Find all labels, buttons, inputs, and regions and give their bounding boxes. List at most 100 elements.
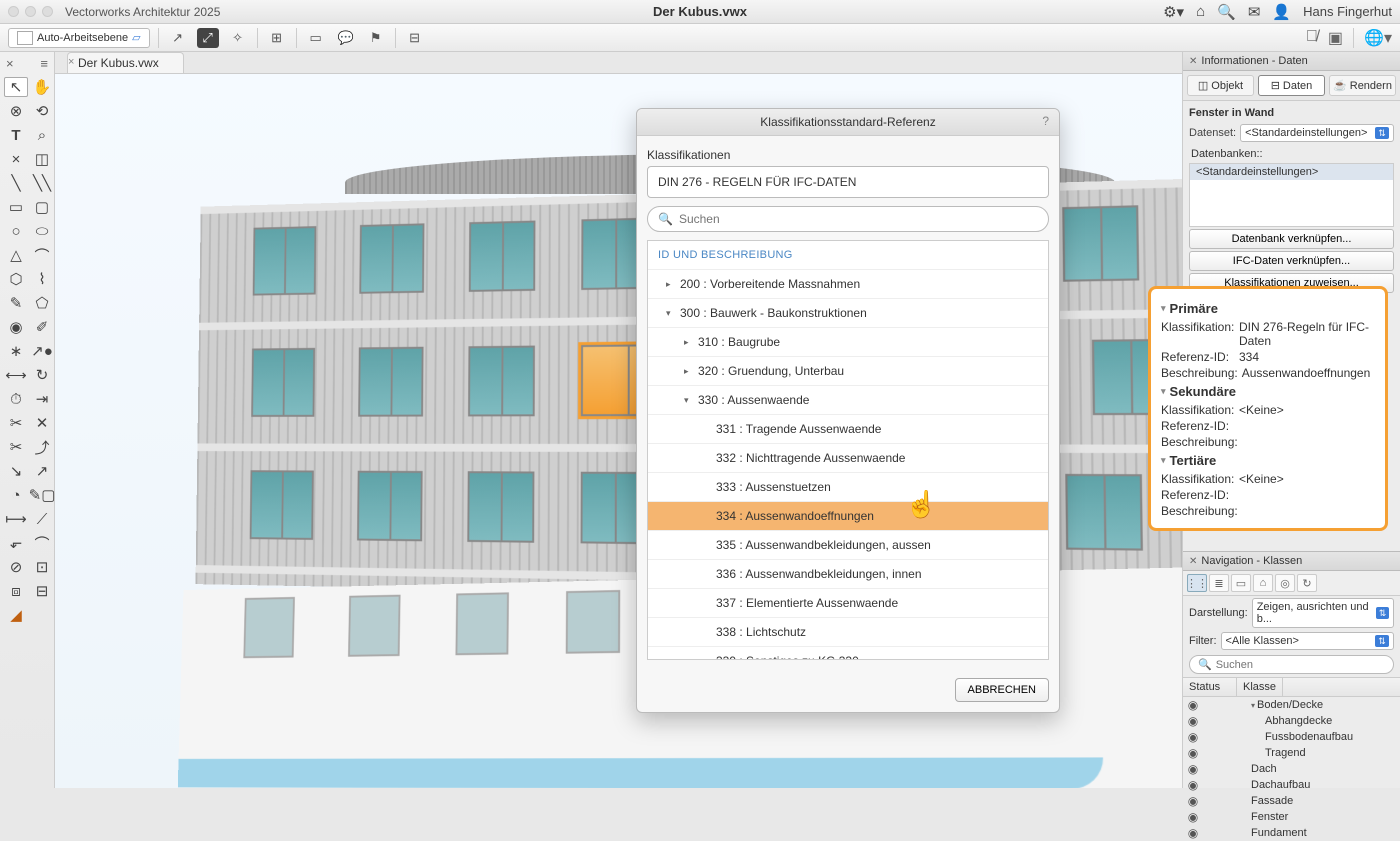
tree-row[interactable]: 332 : Nichttragende Aussenwaende	[648, 444, 1048, 473]
info-panel-header[interactable]: ✕ Informationen - Daten	[1183, 52, 1400, 71]
split-tool[interactable]: ✂	[4, 413, 28, 433]
window-controls[interactable]	[8, 6, 53, 17]
tab-object[interactable]: ◫Objekt	[1187, 75, 1254, 96]
standard-field[interactable]: DIN 276 - REGELN FÜR IFC-DATEN	[647, 166, 1049, 198]
shear-tool[interactable]: ✕	[30, 413, 54, 433]
extrude-tool[interactable]: ◫	[30, 149, 54, 169]
class-search-input[interactable]	[1216, 659, 1385, 671]
globe-icon[interactable]: 🌐▾	[1364, 28, 1392, 48]
class-row[interactable]: ◉Fassade	[1183, 793, 1400, 809]
locus-tool[interactable]: ∗	[4, 341, 28, 361]
database-list-item[interactable]: <Standardeinstellungen>	[1190, 164, 1393, 180]
text-tool[interactable]: T	[4, 125, 28, 145]
class-row[interactable]: ◉Fussbodenaufbau	[1183, 729, 1400, 745]
home-icon[interactable]: ⌂	[1196, 3, 1205, 20]
eyedropper-tool[interactable]: ✐	[30, 317, 54, 337]
trim-tool[interactable]: ✂	[4, 437, 28, 457]
link-database-button[interactable]: Datenbank verknüpfen...	[1189, 229, 1394, 249]
minimize-window[interactable]	[25, 6, 36, 17]
fillet-tool[interactable]: ↗	[30, 461, 54, 481]
offset-tool[interactable]: ↘	[4, 461, 28, 481]
nav-layers-icon[interactable]: ≣	[1209, 574, 1229, 592]
dataset-dropdown[interactable]: <Standardeinstellungen>⇅	[1240, 124, 1394, 142]
link-ifc-button[interactable]: IFC-Daten verknüpfen...	[1189, 251, 1394, 271]
nav-views-icon[interactable]: ⌂	[1253, 574, 1273, 592]
tree-row[interactable]: ▸310 : Baugrube	[648, 328, 1048, 357]
box-icon[interactable]: ▣	[1328, 28, 1343, 48]
attribute-tool[interactable]: ◔	[4, 485, 28, 505]
snap-icon-3[interactable]: ✧	[227, 28, 249, 48]
spiral-tool[interactable]: ◉	[4, 317, 28, 337]
angular-dim-tool[interactable]: ⟋	[30, 509, 54, 529]
filter-dropdown[interactable]: <Alle Klassen>⇅	[1221, 632, 1395, 650]
tree-row[interactable]: 333 : Aussenstuetzen	[648, 473, 1048, 502]
freehand-tool[interactable]: ✎	[4, 293, 28, 313]
delete-tool[interactable]: ×	[4, 149, 28, 169]
cancel-button[interactable]: ABBRECHEN	[955, 678, 1049, 702]
tree-row[interactable]: 335 : Aussenwandbekleidungen, aussen	[648, 531, 1048, 560]
classification-tree[interactable]: ID UND BESCHREIBUNG ▸200 : Vorbereitende…	[647, 240, 1049, 660]
class-search[interactable]: 🔍	[1189, 655, 1394, 674]
move-tool[interactable]: ⇥	[30, 389, 54, 409]
wall-tool[interactable]: ⧈	[4, 581, 28, 601]
stopwatch-tool[interactable]: ⏱	[4, 389, 28, 409]
snap-icon-1[interactable]: ↗	[167, 28, 189, 48]
tree-row[interactable]: 334 : Aussenwandoeffnungen	[648, 502, 1048, 531]
paint-tool[interactable]: ◢	[4, 605, 28, 625]
nav-viewports-icon[interactable]: ◎	[1275, 574, 1295, 592]
connect-tool[interactable]: ⤴	[30, 437, 54, 457]
line-tool[interactable]: ╲	[4, 173, 28, 193]
tree-row[interactable]: ▾300 : Bauwerk - Baukonstruktionen	[648, 299, 1048, 328]
flag-icon[interactable]: ⚑	[365, 28, 387, 48]
chain-dim-tool[interactable]: ⌒	[30, 533, 54, 553]
working-plane-selector[interactable]: Auto-Arbeitsebene ▱	[8, 28, 150, 48]
class-row[interactable]: ◉▾Boden/Decke	[1183, 697, 1400, 713]
zoom-tool[interactable]: ⌕	[30, 125, 54, 145]
snap-icon-2[interactable]: ⤢	[197, 28, 219, 48]
user-name[interactable]: Hans Fingerhut	[1303, 4, 1392, 19]
classification-search-input[interactable]	[679, 212, 1038, 226]
tree-row[interactable]: ▸320 : Gruendung, Unterbau	[648, 357, 1048, 386]
close-window[interactable]	[8, 6, 19, 17]
search-icon[interactable]: 🔍	[1217, 3, 1236, 21]
circle-tool[interactable]: ○	[4, 221, 28, 241]
clip-tool[interactable]: ✎▢	[30, 485, 54, 505]
annotation-icon[interactable]: 💬	[335, 28, 357, 48]
tree-row[interactable]: ▸200 : Vorbereitende Massnahmen	[648, 270, 1048, 299]
zoom-window[interactable]	[42, 6, 53, 17]
nav-classes-icon[interactable]: ⋮⋮	[1187, 574, 1207, 592]
database-list[interactable]: <Standardeinstellungen>	[1189, 163, 1394, 227]
rectangle-tool[interactable]: ▭	[4, 197, 28, 217]
align-icon[interactable]: ⊞	[266, 28, 288, 48]
tab-data[interactable]: ⊟Daten	[1258, 75, 1325, 96]
palette-menu-icon[interactable]: ≡	[40, 56, 48, 71]
settings-gear-icon[interactable]: ⚙︎▾	[1163, 3, 1184, 21]
class-row[interactable]: ◉Dachaufbau	[1183, 777, 1400, 793]
nav-panel-header[interactable]: ✕ Navigation - Klassen	[1183, 552, 1400, 571]
double-line-tool[interactable]: ╲╲	[30, 173, 54, 193]
tree-row[interactable]: 339 : Sonstiges zu KG 330	[648, 647, 1048, 660]
class-row[interactable]: ◉Dach	[1183, 761, 1400, 777]
dialog-titlebar[interactable]: Klassifikationsstandard-Referenz ?	[637, 109, 1059, 136]
close-icon[interactable]: ✕	[1189, 56, 1197, 67]
palette-close-icon[interactable]: ×	[6, 56, 14, 71]
nav-refs-icon[interactable]: ↻	[1297, 574, 1317, 592]
tree-row[interactable]: 337 : Elementierte Aussenwaende	[648, 589, 1048, 618]
arc-tool[interactable]: ⌒	[30, 245, 54, 265]
user-icon[interactable]: 👤	[1272, 3, 1291, 21]
polyline-tool[interactable]: ⌇	[30, 269, 54, 289]
tab-close-icon[interactable]: ×	[60, 56, 74, 68]
regular-polygon-tool[interactable]: ⬠	[30, 293, 54, 313]
stake-tool[interactable]: ⊟	[30, 581, 54, 601]
tree-row[interactable]: 338 : Lichtschutz	[648, 618, 1048, 647]
tape-tool[interactable]: ⊡	[30, 557, 54, 577]
nav-sheet-icon[interactable]: ▭	[1231, 574, 1251, 592]
ellipse-tool[interactable]: ⬭	[30, 221, 54, 241]
tree-row[interactable]: ▾330 : Aussenwaende	[648, 386, 1048, 415]
class-row[interactable]: ◉Abhangdecke	[1183, 713, 1400, 729]
constraint-tool[interactable]: ⊘	[4, 557, 28, 577]
class-row[interactable]: ◉Fenster	[1183, 809, 1400, 825]
close-icon[interactable]: ✕	[1189, 556, 1197, 567]
view-rect-icon[interactable]: ▭	[305, 28, 327, 48]
mirror-tool[interactable]: ⟷	[4, 365, 28, 385]
